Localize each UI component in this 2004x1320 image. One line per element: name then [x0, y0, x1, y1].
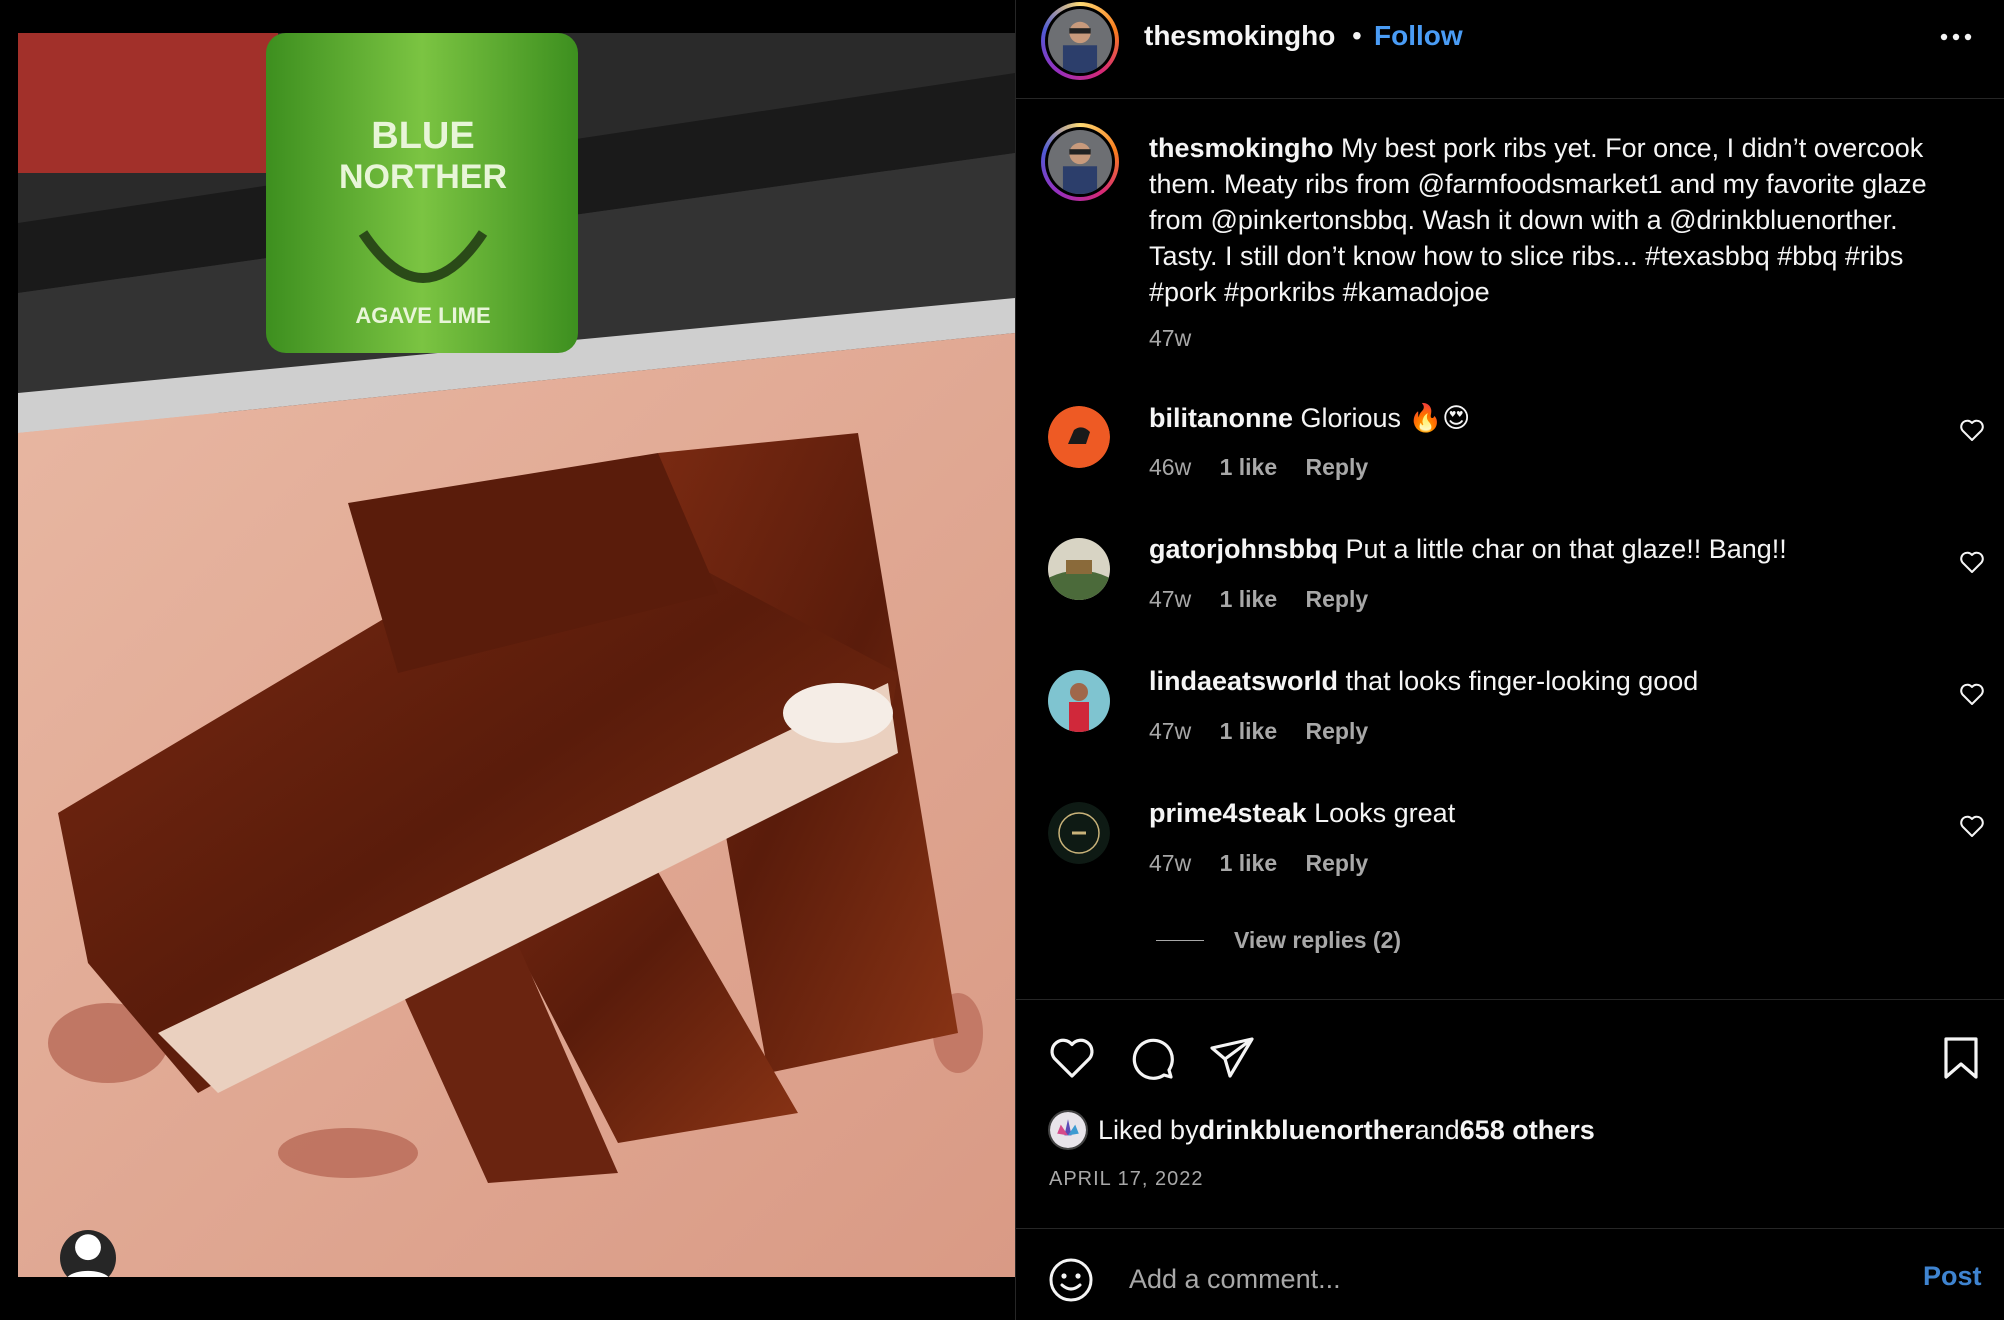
comment-body: that looks finger-looking good [1338, 666, 1699, 696]
view-replies-divider [1156, 939, 1204, 941]
comment-like-heart-icon[interactable] [1959, 814, 1985, 838]
comment-text: gatorjohnsbbq Put a little char on that … [1149, 534, 1787, 565]
comment-body: Glorious 🔥😍 [1293, 403, 1471, 433]
comment-meta: 47w 1 like Reply [1149, 850, 1390, 877]
comment-like-heart-icon[interactable] [1959, 682, 1985, 706]
bookmark-save-icon[interactable] [1937, 1034, 1985, 1082]
comment-username[interactable]: bilitanonne [1149, 403, 1293, 433]
likes-summary[interactable]: Liked by drinkbluenorther and 658 others [1048, 1110, 1595, 1150]
likes-prefix: Liked by [1098, 1114, 1199, 1145]
comment-time[interactable]: 47w [1149, 850, 1191, 876]
comment-meta: 47w 1 like Reply [1149, 718, 1390, 745]
caption-avatar-image [1048, 130, 1112, 194]
comment-body: Put a little char on that glaze!! Bang!! [1337, 534, 1787, 564]
caption-avatar[interactable] [1041, 123, 1119, 201]
post-comment-button[interactable]: Post [1923, 1261, 1982, 1292]
comment-like-heart-icon[interactable] [1959, 550, 1985, 574]
author-avatar[interactable] [1041, 2, 1119, 80]
comment-body: Looks great [1306, 798, 1456, 828]
comment-item: gatorjohnsbbq Put a little char on that … [1016, 534, 2004, 648]
caption-username[interactable]: thesmokingho [1149, 133, 1334, 163]
comment-meta: 46w 1 like Reply [1149, 454, 1390, 481]
likes-others[interactable]: 658 others [1460, 1115, 1595, 1146]
comment-likes[interactable]: 1 like [1220, 718, 1278, 744]
liker-avatar-image [1050, 1112, 1086, 1148]
post-image[interactable]: BLUE NORTHER AGAVE LIME [18, 33, 1015, 1277]
post-date[interactable]: APRIL 17, 2022 [1049, 1168, 1203, 1191]
commenter-avatar-image [1048, 406, 1110, 468]
caption-timestamp[interactable]: 47w [1149, 325, 1191, 352]
comment-likes[interactable]: 1 like [1220, 586, 1278, 612]
author-username[interactable]: thesmokingho [1144, 20, 1335, 52]
comment-username[interactable]: gatorjohnsbbq [1149, 534, 1338, 564]
commenter-avatar-image [1048, 802, 1110, 864]
can-brand-line2: NORTHER [339, 158, 507, 196]
comment-reply-button[interactable]: Reply [1306, 586, 1369, 612]
comment-item: prime4steak Looks great 47w 1 like Reply [1016, 798, 2004, 912]
comment-text: prime4steak Looks great [1149, 798, 1455, 829]
post-details-panel: thesmokingho • Follow thesmokingho My be… [1015, 0, 2004, 1320]
comment-time[interactable]: 47w [1149, 586, 1191, 612]
comment-bubble-icon[interactable] [1128, 1034, 1176, 1082]
header-separator: • [1352, 20, 1362, 51]
comment-meta: 47w 1 like Reply [1149, 586, 1390, 613]
comment-input[interactable] [1129, 1251, 1819, 1307]
likes-user[interactable]: drinkbluenorther [1199, 1115, 1415, 1146]
post-actions: Liked by drinkbluenorther and 658 others… [1016, 999, 2004, 1229]
comment-username[interactable]: prime4steak [1149, 798, 1307, 828]
add-comment-bar: Post [1016, 1228, 2004, 1320]
more-options-icon[interactable] [1936, 22, 1976, 52]
comment-reply-button[interactable]: Reply [1306, 850, 1369, 876]
commenter-avatar-image [1048, 538, 1110, 600]
comment-time[interactable]: 47w [1149, 718, 1191, 744]
like-heart-icon[interactable] [1048, 1034, 1096, 1082]
liker-avatar [1048, 1110, 1088, 1150]
comment-reply-button[interactable]: Reply [1306, 454, 1369, 480]
author-avatar-image [1048, 9, 1112, 73]
comment-time[interactable]: 46w [1149, 454, 1191, 480]
view-replies-label: View replies (2) [1234, 926, 1402, 953]
view-replies-button[interactable]: View replies (2) [1156, 920, 1401, 960]
comment-avatar[interactable] [1048, 406, 1110, 468]
comment-likes[interactable]: 1 like [1220, 850, 1278, 876]
tagged-users-button[interactable] [60, 1230, 116, 1277]
comment-likes[interactable]: 1 like [1220, 454, 1278, 480]
user-icon [67, 1234, 109, 1277]
comment-avatar[interactable] [1048, 670, 1110, 732]
likes-middle: and [1414, 1114, 1460, 1145]
can-brand-line1: BLUE [371, 115, 474, 157]
comment-item: lindaeatsworld that looks finger-looking… [1016, 666, 2004, 780]
comment-username[interactable]: lindaeatsworld [1149, 666, 1338, 696]
comment-text: bilitanonne Glorious 🔥😍 [1149, 402, 1470, 434]
post-header: thesmokingho • Follow [1016, 0, 2004, 99]
can-flavor: AGAVE LIME [355, 303, 490, 328]
comment-reply-button[interactable]: Reply [1306, 718, 1369, 744]
ribs-photo: BLUE NORTHER AGAVE LIME [18, 33, 1015, 1277]
commenter-avatar-image [1048, 670, 1110, 732]
comment-like-heart-icon[interactable] [1959, 418, 1985, 442]
follow-button[interactable]: Follow [1374, 20, 1463, 52]
caption-text: thesmokingho My best pork ribs yet. For … [1149, 130, 1969, 310]
emoji-icon[interactable] [1048, 1257, 1094, 1303]
comment-text: lindaeatsworld that looks finger-looking… [1149, 666, 1698, 697]
share-send-icon[interactable] [1208, 1034, 1256, 1082]
comment-avatar[interactable] [1048, 802, 1110, 864]
comment-item: bilitanonne Glorious 🔥😍 46w 1 like Reply [1016, 403, 2004, 516]
comment-avatar[interactable] [1048, 538, 1110, 600]
